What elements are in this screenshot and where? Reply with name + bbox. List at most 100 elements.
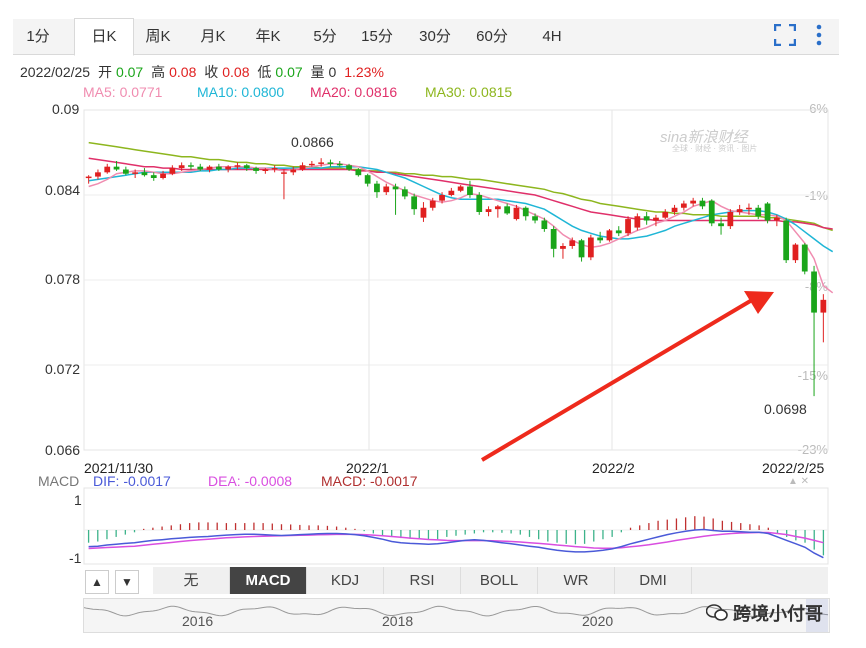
tab-2[interactable]: 周K bbox=[133, 19, 183, 54]
candle-body bbox=[401, 189, 408, 197]
indicator-boll[interactable]: BOLL bbox=[461, 567, 538, 594]
tab-8[interactable]: 60分 bbox=[467, 19, 517, 54]
ma20-line bbox=[88, 157, 833, 230]
y-tick-label: 0.078 bbox=[45, 271, 81, 287]
candle-body bbox=[513, 207, 520, 220]
dif-line bbox=[88, 528, 824, 559]
candle-body bbox=[308, 163, 315, 166]
candle-body bbox=[197, 166, 204, 170]
tab-1[interactable]: 日K bbox=[74, 18, 134, 56]
tab-3[interactable]: 月K bbox=[188, 19, 238, 54]
candle-body bbox=[411, 196, 418, 210]
candle-body bbox=[215, 166, 222, 170]
fullscreen-icon[interactable] bbox=[773, 23, 797, 51]
candle-body bbox=[95, 172, 101, 177]
scroll-up-button[interactable]: ▲ bbox=[85, 570, 109, 594]
nav-year-label: 2020 bbox=[582, 613, 614, 629]
candle-body bbox=[290, 169, 297, 173]
info-open: 0.07 bbox=[115, 64, 144, 80]
candle-body bbox=[727, 212, 734, 227]
sina-watermark-sub: 全球 · 财经 · 资讯 · 图片 bbox=[672, 144, 758, 153]
candle-body bbox=[225, 166, 232, 170]
macd-frame bbox=[83, 487, 829, 565]
candle-body bbox=[150, 175, 157, 178]
dea-label: DEA: -0.0008 bbox=[208, 473, 293, 489]
info-low: 0.07 bbox=[275, 64, 303, 80]
candle-body bbox=[281, 172, 287, 174]
x-tick-label: 2022/2 bbox=[592, 460, 635, 476]
macd-chart[interactable] bbox=[0, 480, 866, 570]
candle-body bbox=[318, 162, 325, 164]
ma5-line bbox=[88, 163, 834, 294]
max-price-annotation: 0.0866 bbox=[291, 134, 334, 150]
indicator-wr[interactable]: WR bbox=[538, 567, 615, 594]
more-vertical-icon[interactable] bbox=[815, 24, 823, 51]
tab-9[interactable]: 4H bbox=[527, 19, 577, 54]
ma30-line bbox=[88, 141, 833, 232]
candle-body bbox=[327, 162, 334, 164]
pct-tick-label: 6% bbox=[809, 101, 828, 116]
candle-body bbox=[569, 240, 576, 246]
candle-body bbox=[690, 200, 697, 204]
tab-7[interactable]: 30分 bbox=[410, 19, 460, 54]
ohlc-info: 2022/02/25 开 0.07 高 0.08 收 0.08 低 0.07 量0 1.… bbox=[20, 62, 388, 82]
pct-tick-label: -8% bbox=[804, 279, 828, 294]
candle-body bbox=[243, 165, 250, 169]
scroll-down-button[interactable]: ▼ bbox=[115, 570, 139, 594]
candle-body bbox=[615, 230, 622, 234]
candle-body bbox=[625, 219, 631, 234]
indicator-dmi[interactable]: DMI bbox=[615, 567, 692, 594]
candle-body bbox=[532, 216, 538, 221]
macd-options-icon[interactable]: ▲ ✕ bbox=[788, 476, 809, 487]
candle-body bbox=[383, 186, 390, 193]
candle-body bbox=[457, 186, 464, 191]
candle-body bbox=[253, 168, 259, 171]
candle-body bbox=[476, 195, 483, 212]
candle-body bbox=[643, 216, 650, 221]
candle-body bbox=[262, 169, 269, 171]
candle-body bbox=[188, 165, 194, 167]
candle-body bbox=[560, 246, 566, 249]
candle-body bbox=[429, 200, 436, 208]
candle-body bbox=[169, 168, 176, 174]
stamp-text: 跨境小付哥 bbox=[733, 604, 824, 624]
red-arrow-shaft bbox=[480, 298, 754, 462]
candle-body bbox=[578, 240, 585, 258]
candle-body bbox=[141, 172, 148, 176]
candle-body bbox=[448, 190, 455, 195]
x-tick-label: 2022/2/25 bbox=[762, 460, 825, 476]
candle-body bbox=[234, 165, 241, 167]
tab-0[interactable]: 1分 bbox=[13, 19, 63, 54]
indicator-无[interactable]: 无 bbox=[153, 567, 230, 594]
plot-frame bbox=[83, 109, 829, 451]
candle-body bbox=[708, 200, 715, 224]
tab-4[interactable]: 年K bbox=[243, 19, 293, 54]
info-change: 1.23% bbox=[344, 64, 384, 80]
candle-body bbox=[671, 207, 678, 212]
candle-body bbox=[85, 176, 92, 179]
candle-body bbox=[820, 299, 827, 313]
candle-body bbox=[122, 169, 129, 174]
tab-5[interactable]: 5分 bbox=[300, 19, 350, 54]
candle-body bbox=[773, 217, 780, 221]
candle-body bbox=[801, 244, 808, 272]
indicator-kdj[interactable]: KDJ bbox=[307, 567, 384, 594]
candle-body bbox=[160, 173, 166, 178]
info-close-label: 收 bbox=[204, 64, 219, 80]
tab-6[interactable]: 15分 bbox=[352, 19, 402, 54]
candle-body bbox=[104, 166, 111, 173]
indicator-bar: 无 MACD KDJ RSI BOLL WR DMI bbox=[153, 567, 828, 594]
candle-body bbox=[374, 183, 380, 193]
nav-year-label: 2016 bbox=[182, 613, 214, 629]
info-vol: 0 bbox=[328, 64, 337, 80]
candle-body bbox=[485, 209, 492, 212]
candle-body bbox=[597, 237, 604, 241]
y-tick-label: 0.072 bbox=[45, 361, 81, 377]
indicator-macd[interactable]: MACD bbox=[230, 567, 307, 594]
candle-body bbox=[504, 206, 511, 214]
indicator-rsi[interactable]: RSI bbox=[384, 567, 461, 594]
macd-y-tick: -1 bbox=[69, 550, 82, 566]
info-low-label: 低 bbox=[257, 64, 272, 80]
pct-tick-label: -15% bbox=[797, 368, 828, 383]
candle-body bbox=[653, 217, 659, 221]
